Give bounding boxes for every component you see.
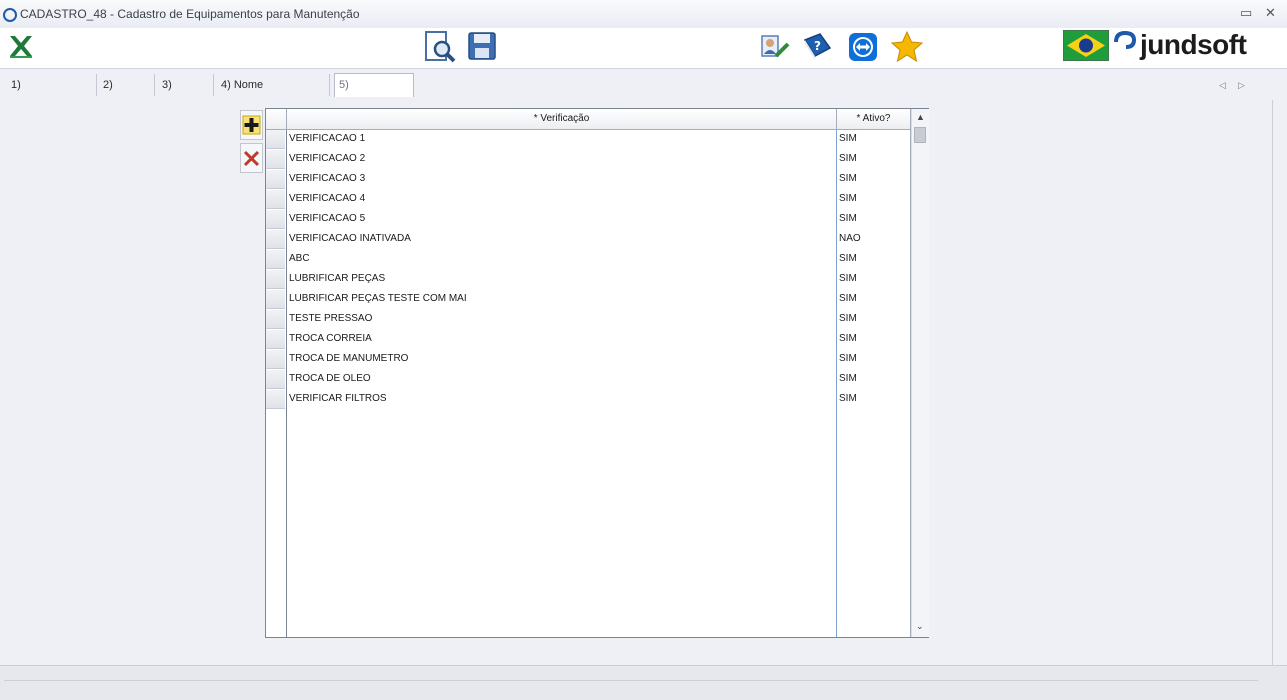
row-selector[interactable] (266, 290, 285, 309)
row-selector[interactable] (266, 310, 285, 329)
table-row[interactable]: VERIFICAR FILTROS SIM (266, 389, 911, 409)
cell-verificacao[interactable]: TROCA CORREIA (289, 329, 372, 349)
help-book-icon[interactable]: ? (800, 30, 834, 64)
table-row[interactable]: VERIFICACAO 5 SIM (266, 209, 911, 229)
table-row[interactable]: VERIFICACAO INATIVADA NAO (266, 229, 911, 249)
cell-ativo[interactable]: SIM (839, 289, 857, 309)
cell-ativo[interactable]: SIM (839, 189, 857, 209)
table-row[interactable]: ABC SIM (266, 249, 911, 269)
row-selector[interactable] (266, 390, 285, 409)
scroll-down-icon[interactable]: ⌄ (916, 621, 924, 632)
cell-ativo[interactable]: SIM (839, 309, 857, 329)
row-selector[interactable] (266, 350, 285, 369)
row-selector[interactable] (266, 150, 285, 169)
vertical-scrollbar[interactable]: ▲ ⌄ (911, 109, 929, 637)
row-selector[interactable] (266, 250, 285, 269)
minimize-button[interactable]: ▭ (1240, 5, 1252, 21)
cell-ativo[interactable]: SIM (839, 329, 857, 349)
brazil-flag-icon (1063, 30, 1109, 61)
table-row[interactable]: VERIFICACAO 3 SIM (266, 169, 911, 189)
table-row[interactable]: TESTE PRESSAO SIM (266, 309, 911, 329)
tab-verificacoes[interactable]: 5) Verificações (334, 73, 414, 113)
svg-text:?: ? (814, 39, 821, 53)
excel-icon[interactable] (6, 32, 36, 62)
cell-verificacao[interactable]: VERIFICACAO 2 (289, 149, 365, 169)
cell-verificacao[interactable]: VERIFICACAO 5 (289, 209, 365, 229)
tab-nome-manutencao[interactable]: 4) Nome Manutenção (217, 74, 330, 113)
tab-equipamentos[interactable]: 1) Equipamentos (7, 74, 97, 113)
title-bar: CADASTRO_48 - Cadastro de Equipamentos p… (0, 0, 1287, 29)
row-indicator-header (266, 109, 287, 129)
row-selector[interactable] (266, 210, 285, 229)
cell-ativo[interactable]: SIM (839, 149, 857, 169)
close-button[interactable]: ✕ (1265, 5, 1276, 21)
row-selector[interactable] (266, 170, 285, 189)
cell-ativo[interactable]: SIM (839, 129, 857, 149)
cell-ativo[interactable]: SIM (839, 169, 857, 189)
cell-ativo[interactable]: SIM (839, 249, 857, 269)
column-header-ativo[interactable]: * Ativo? (837, 109, 911, 129)
status-bar (0, 665, 1287, 700)
panel-divider (1272, 100, 1273, 665)
row-selector[interactable] (266, 330, 285, 349)
window-title: CADASTRO_48 - Cadastro de Equipamentos p… (20, 7, 360, 21)
brand-logo: jundsoft (1140, 29, 1247, 60)
row-selector[interactable] (266, 370, 285, 389)
cell-verificacao[interactable]: VERIFICACAO INATIVADA (289, 229, 411, 249)
table-row[interactable]: VERIFICACAO 4 SIM (266, 189, 911, 209)
cell-verificacao[interactable]: LUBRIFICAR PEÇAS (289, 269, 385, 289)
delete-x-icon (243, 150, 260, 167)
row-selector[interactable] (266, 190, 285, 209)
cell-ativo[interactable]: SIM (839, 209, 857, 229)
tab-next-arrow-icon[interactable]: ▷ (1238, 80, 1245, 91)
toolbar: ? jundsoft (0, 28, 1287, 69)
row-selector[interactable] (266, 270, 285, 289)
cell-verificacao[interactable]: TROCA DE OLEO (289, 369, 371, 389)
delete-row-button[interactable] (240, 143, 263, 173)
cell-ativo[interactable]: SIM (839, 369, 857, 389)
cell-ativo[interactable]: NAO (839, 229, 861, 249)
scroll-up-icon[interactable]: ▲ (916, 112, 925, 122)
row-selector[interactable] (266, 230, 285, 249)
print-preview-icon[interactable] (423, 30, 457, 64)
cell-ativo[interactable]: SIM (839, 349, 857, 369)
cell-verificacao[interactable]: VERIFICAR FILTROS (289, 389, 387, 409)
cell-verificacao[interactable]: ABC (289, 249, 310, 269)
table-row[interactable]: TROCA CORREIA SIM (266, 329, 911, 349)
cell-verificacao[interactable]: LUBRIFICAR PEÇAS TESTE COM MAI (289, 289, 467, 309)
cell-verificacao[interactable]: TROCA DE MANUMETRO (289, 349, 408, 369)
scrollbar-thumb[interactable] (914, 127, 926, 143)
save-icon[interactable] (466, 30, 500, 64)
user-edit-icon[interactable] (758, 30, 792, 64)
row-selector[interactable] (266, 130, 285, 149)
plus-icon (242, 115, 261, 135)
grid-header: * Verificação * Ativo? (266, 109, 911, 130)
cell-ativo[interactable]: SIM (839, 389, 857, 409)
table-row[interactable]: TROCA DE OLEO SIM (266, 369, 911, 389)
tab-prev-arrow-icon[interactable]: ◁ (1219, 80, 1226, 91)
status-divider (4, 680, 1258, 681)
add-row-button[interactable] (240, 110, 263, 140)
table-row[interactable]: VERIFICACAO 2 SIM (266, 149, 911, 169)
cell-verificacao[interactable]: TESTE PRESSAO (289, 309, 372, 329)
verificacoes-grid[interactable]: * Verificação * Ativo? VERIFICACAO 1 SIM V… (265, 108, 929, 638)
table-row[interactable]: LUBRIFICAR PEÇAS TESTE COM MAI SIM (266, 289, 911, 309)
favorite-star-icon[interactable] (890, 30, 924, 64)
teamviewer-icon[interactable] (846, 30, 880, 64)
tab-origem[interactable]: 2) Origem (99, 74, 155, 113)
table-row[interactable]: VERIFICACAO 1 SIM (266, 129, 911, 149)
table-row[interactable]: LUBRIFICAR PEÇAS SIM (266, 269, 911, 289)
cell-verificacao[interactable]: VERIFICACAO 1 (289, 129, 365, 149)
column-header-verificacao[interactable]: * Verificação (287, 109, 837, 129)
table-row[interactable]: TROCA DE MANUMETRO SIM (266, 349, 911, 369)
jundsoft-logo-icon (1114, 30, 1136, 49)
cell-ativo[interactable]: SIM (839, 269, 857, 289)
tab-sessao[interactable]: 3) Sessão (158, 74, 214, 113)
cell-verificacao[interactable]: VERIFICACAO 4 (289, 189, 365, 209)
app-icon (3, 8, 17, 22)
cell-verificacao[interactable]: VERIFICACAO 3 (289, 169, 365, 189)
tab-strip: 1) Equipamentos 2) Origem 3) Sessão 4) N… (0, 70, 1287, 113)
